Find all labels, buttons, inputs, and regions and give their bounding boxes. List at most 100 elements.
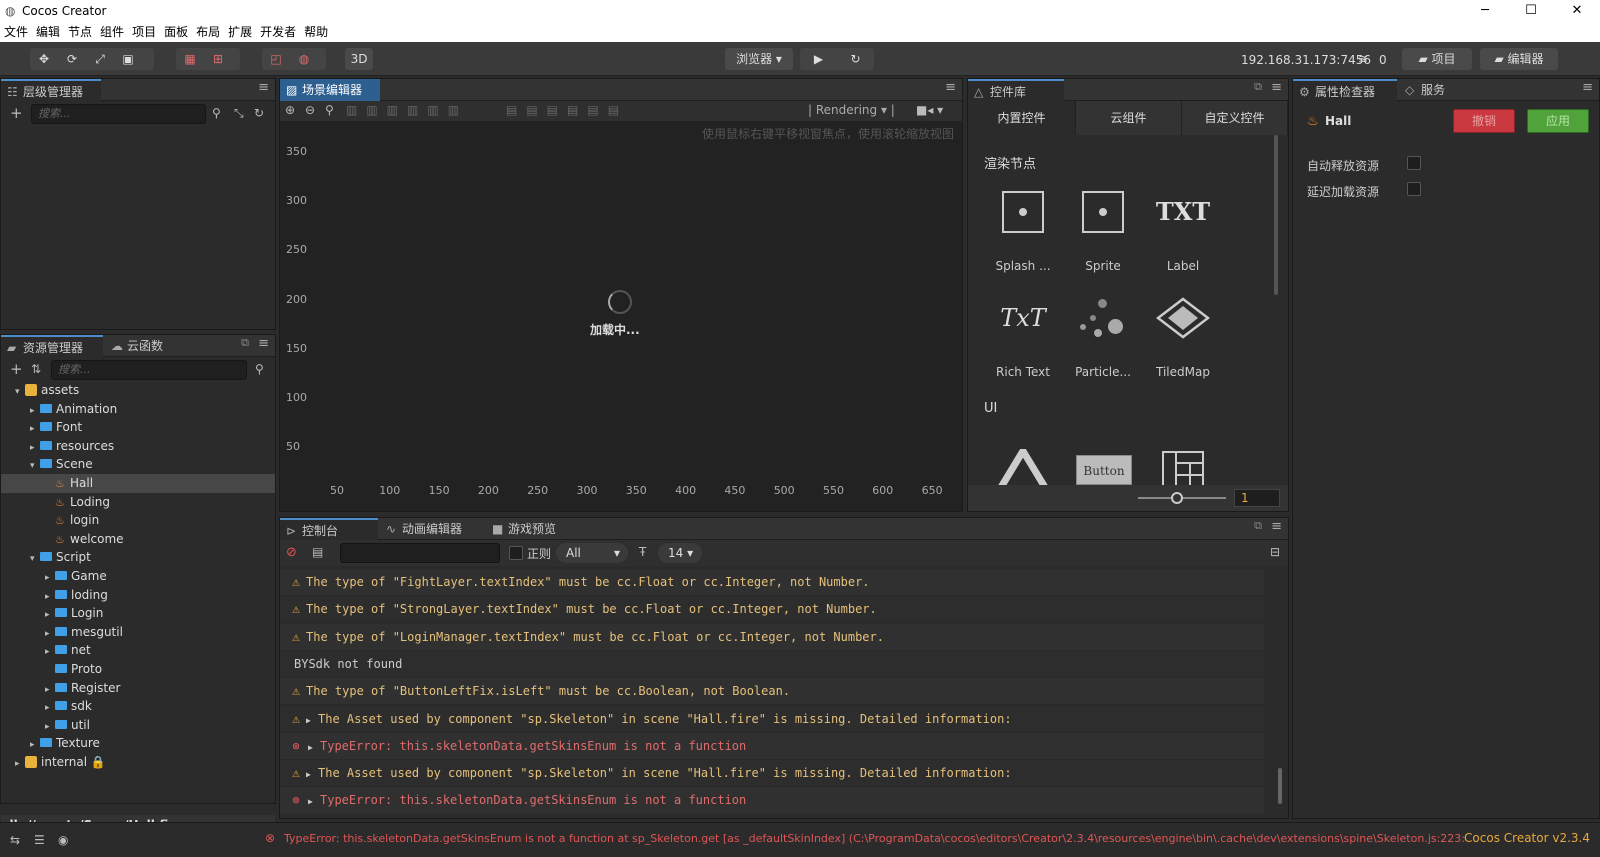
sort-icon[interactable]: ⇅: [31, 362, 41, 376]
menu-item[interactable]: 编辑: [32, 22, 64, 42]
menu-item[interactable]: 节点: [64, 22, 96, 42]
zoom-out-icon[interactable]: ⊖: [305, 103, 315, 117]
asset-tree-item[interactable]: ▸ util: [1, 716, 275, 735]
widget-scrollbar[interactable]: [1274, 135, 1278, 295]
asset-tree-item[interactable]: ▸ resources: [1, 437, 275, 456]
asset-tree-item[interactable]: ▾ assets: [1, 381, 275, 400]
log-level-select[interactable]: All ▾: [556, 543, 628, 563]
tab-cloud-functions[interactable]: ☁ 云函数: [105, 335, 185, 357]
assets-search-input[interactable]: 搜索...: [51, 360, 247, 380]
asset-tree-item[interactable]: ▸ sdk: [1, 697, 275, 716]
collapse-icon[interactable]: ⤡: [234, 106, 244, 121]
asset-tree-item[interactable]: ♨ Hall: [1, 474, 275, 493]
asset-tree-item[interactable]: ▸ loding: [1, 586, 275, 605]
apply-button[interactable]: 应用: [1527, 109, 1589, 133]
log-entry[interactable]: ⚠ The type of "ButtonLeftFix.isLeft" must…: [280, 678, 1264, 706]
widget-rich-text[interactable]: TxT Rich Text: [988, 297, 1058, 379]
panel-menu-icon[interactable]: ≡: [945, 80, 956, 95]
asset-tree-item[interactable]: Proto: [1, 660, 275, 679]
tab-game-preview[interactable]: ■ 游戏预览: [486, 518, 582, 540]
tab-services[interactable]: ◇ 服务: [1399, 79, 1469, 101]
log-entry[interactable]: ⚠ The type of "LoginManager.textIndex" mu…: [280, 623, 1264, 651]
tab-hierarchy[interactable]: ☷ 层级管理器: [1, 79, 101, 101]
collapsed-arrow-icon[interactable]: ▸: [15, 755, 25, 774]
restore-icon[interactable]: ⧉: [1254, 519, 1262, 533]
log-entry[interactable]: ⚠ The type of "FightLayer.textIndex" must…: [280, 569, 1264, 597]
tab-console[interactable]: ⊳ 控制台: [280, 518, 378, 540]
async-load-checkbox[interactable]: [1407, 182, 1421, 196]
panel-menu-icon[interactable]: ≡: [1582, 80, 1593, 95]
asset-tree-item[interactable]: ▸ net: [1, 641, 275, 660]
zoom-value-input[interactable]: 1: [1234, 489, 1280, 507]
pivot-icon[interactable]: ▦: [176, 48, 204, 70]
console-filter-input[interactable]: [340, 543, 500, 563]
asset-tree-item[interactable]: ▸ Game: [1, 567, 275, 586]
refresh-icon[interactable]: ↻: [254, 106, 264, 120]
toggle-3d-button[interactable]: 3D: [345, 48, 373, 70]
menu-item[interactable]: 开发者: [256, 22, 300, 42]
log-entry[interactable]: BYSdk not found: [280, 650, 1264, 679]
collapse-all-icon[interactable]: ⊟: [1270, 545, 1280, 559]
panel-menu-icon[interactable]: ≡: [258, 336, 269, 351]
menu-item[interactable]: 项目: [128, 22, 160, 42]
menu-item[interactable]: 帮助: [300, 22, 332, 42]
tab-scene-editor[interactable]: ▨ 场景编辑器: [280, 79, 380, 101]
panel-menu-icon[interactable]: ≡: [258, 80, 269, 95]
add-node-icon[interactable]: +: [10, 104, 23, 122]
widget-button[interactable]: Button: [1076, 455, 1132, 485]
console-scrollbar[interactable]: [1278, 768, 1282, 804]
tab-assets[interactable]: ▰ 资源管理器: [1, 335, 103, 357]
eye-icon[interactable]: ◉: [58, 833, 68, 847]
asset-tree-item[interactable]: ▸ Texture: [1, 734, 275, 753]
widget-layout-icon[interactable]: [1162, 451, 1204, 487]
log-entry[interactable]: ⚠ ▶ The Asset used by component "sp.Skelet…: [280, 705, 1264, 733]
widget-tiledmap[interactable]: TiledMap: [1148, 297, 1218, 379]
log-entry[interactable]: ⊗ ▶ TypeError: this.skeletonData.getSkinsE…: [280, 787, 1264, 815]
expand-arrow-icon[interactable]: ▶: [308, 734, 320, 761]
asset-tree-item[interactable]: ▾ Scene: [1, 455, 275, 474]
asset-tree-item[interactable]: ♨ welcome: [1, 530, 275, 549]
menu-item[interactable]: 文件: [0, 22, 32, 42]
restore-icon[interactable]: ⧉: [241, 336, 249, 350]
asset-tree-item[interactable]: ▾ Script: [1, 548, 275, 567]
maximize-button[interactable]: ☐: [1508, 0, 1554, 22]
tab-custom-widgets[interactable]: 自定义控件: [1182, 101, 1288, 135]
widget-label-node[interactable]: TXT Label: [1148, 191, 1218, 273]
tab-animation-editor[interactable]: ∿ 动画编辑器: [380, 518, 484, 540]
browser-select[interactable]: 浏览器 ▾: [725, 48, 793, 70]
play-icon[interactable]: ▶: [800, 48, 837, 70]
asset-tree-item[interactable]: ♨ login: [1, 511, 275, 530]
restore-icon[interactable]: ⧉: [1254, 80, 1262, 94]
log-entry[interactable]: ⊗ ▶ TypeError: this.skeletonData.getSkinsE…: [280, 732, 1264, 761]
tab-inspector[interactable]: ⚙ 属性检查器: [1293, 79, 1397, 101]
open-log-icon[interactable]: ▤: [312, 545, 323, 559]
rotate-tool-icon[interactable]: ⟳: [58, 48, 86, 70]
zoom-reset-icon[interactable]: ⚲: [325, 103, 334, 117]
refresh-icon[interactable]: ↻: [837, 48, 874, 70]
database-icon[interactable]: ☰: [34, 833, 45, 847]
center-icon[interactable]: ⊞: [204, 48, 232, 70]
font-size-select[interactable]: 14 ▾: [658, 543, 702, 563]
menu-item[interactable]: 组件: [96, 22, 128, 42]
close-button[interactable]: ✕: [1554, 0, 1600, 22]
distribute-icons[interactable]: ▤▤▤▤▤▤: [506, 103, 628, 117]
panel-menu-icon[interactable]: ≡: [1271, 519, 1282, 534]
asset-tree-item[interactable]: ▸ mesgutil: [1, 623, 275, 642]
rect-tool-icon[interactable]: ▣: [114, 48, 142, 70]
expand-arrow-icon[interactable]: ▶: [308, 788, 320, 815]
asset-tree-item[interactable]: ♨ Loding: [1, 493, 275, 512]
log-entry[interactable]: ⚠ ▶ The Asset used by component "sp.Skelet…: [280, 760, 1264, 788]
widget-splash[interactable]: Splash ...: [988, 191, 1058, 273]
open-project-button[interactable]: ▰ 项目: [1402, 48, 1472, 70]
scale-tool-icon[interactable]: ⤢: [86, 48, 114, 70]
auto-release-checkbox[interactable]: [1407, 156, 1421, 170]
asset-tree-item[interactable]: ▸ internal 🔒: [1, 753, 275, 772]
zoom-slider-handle[interactable]: [1171, 492, 1183, 504]
add-asset-icon[interactable]: +: [10, 360, 23, 378]
global-coord-icon[interactable]: ◍: [290, 48, 318, 70]
camera-icon[interactable]: ■◂ ▾: [916, 103, 943, 117]
search-icon[interactable]: ⚲: [212, 106, 221, 120]
asset-tree-item[interactable]: ▸ Register: [1, 679, 275, 698]
sync-icon[interactable]: ⇆: [10, 833, 20, 847]
panel-menu-icon[interactable]: ≡: [1271, 80, 1282, 95]
